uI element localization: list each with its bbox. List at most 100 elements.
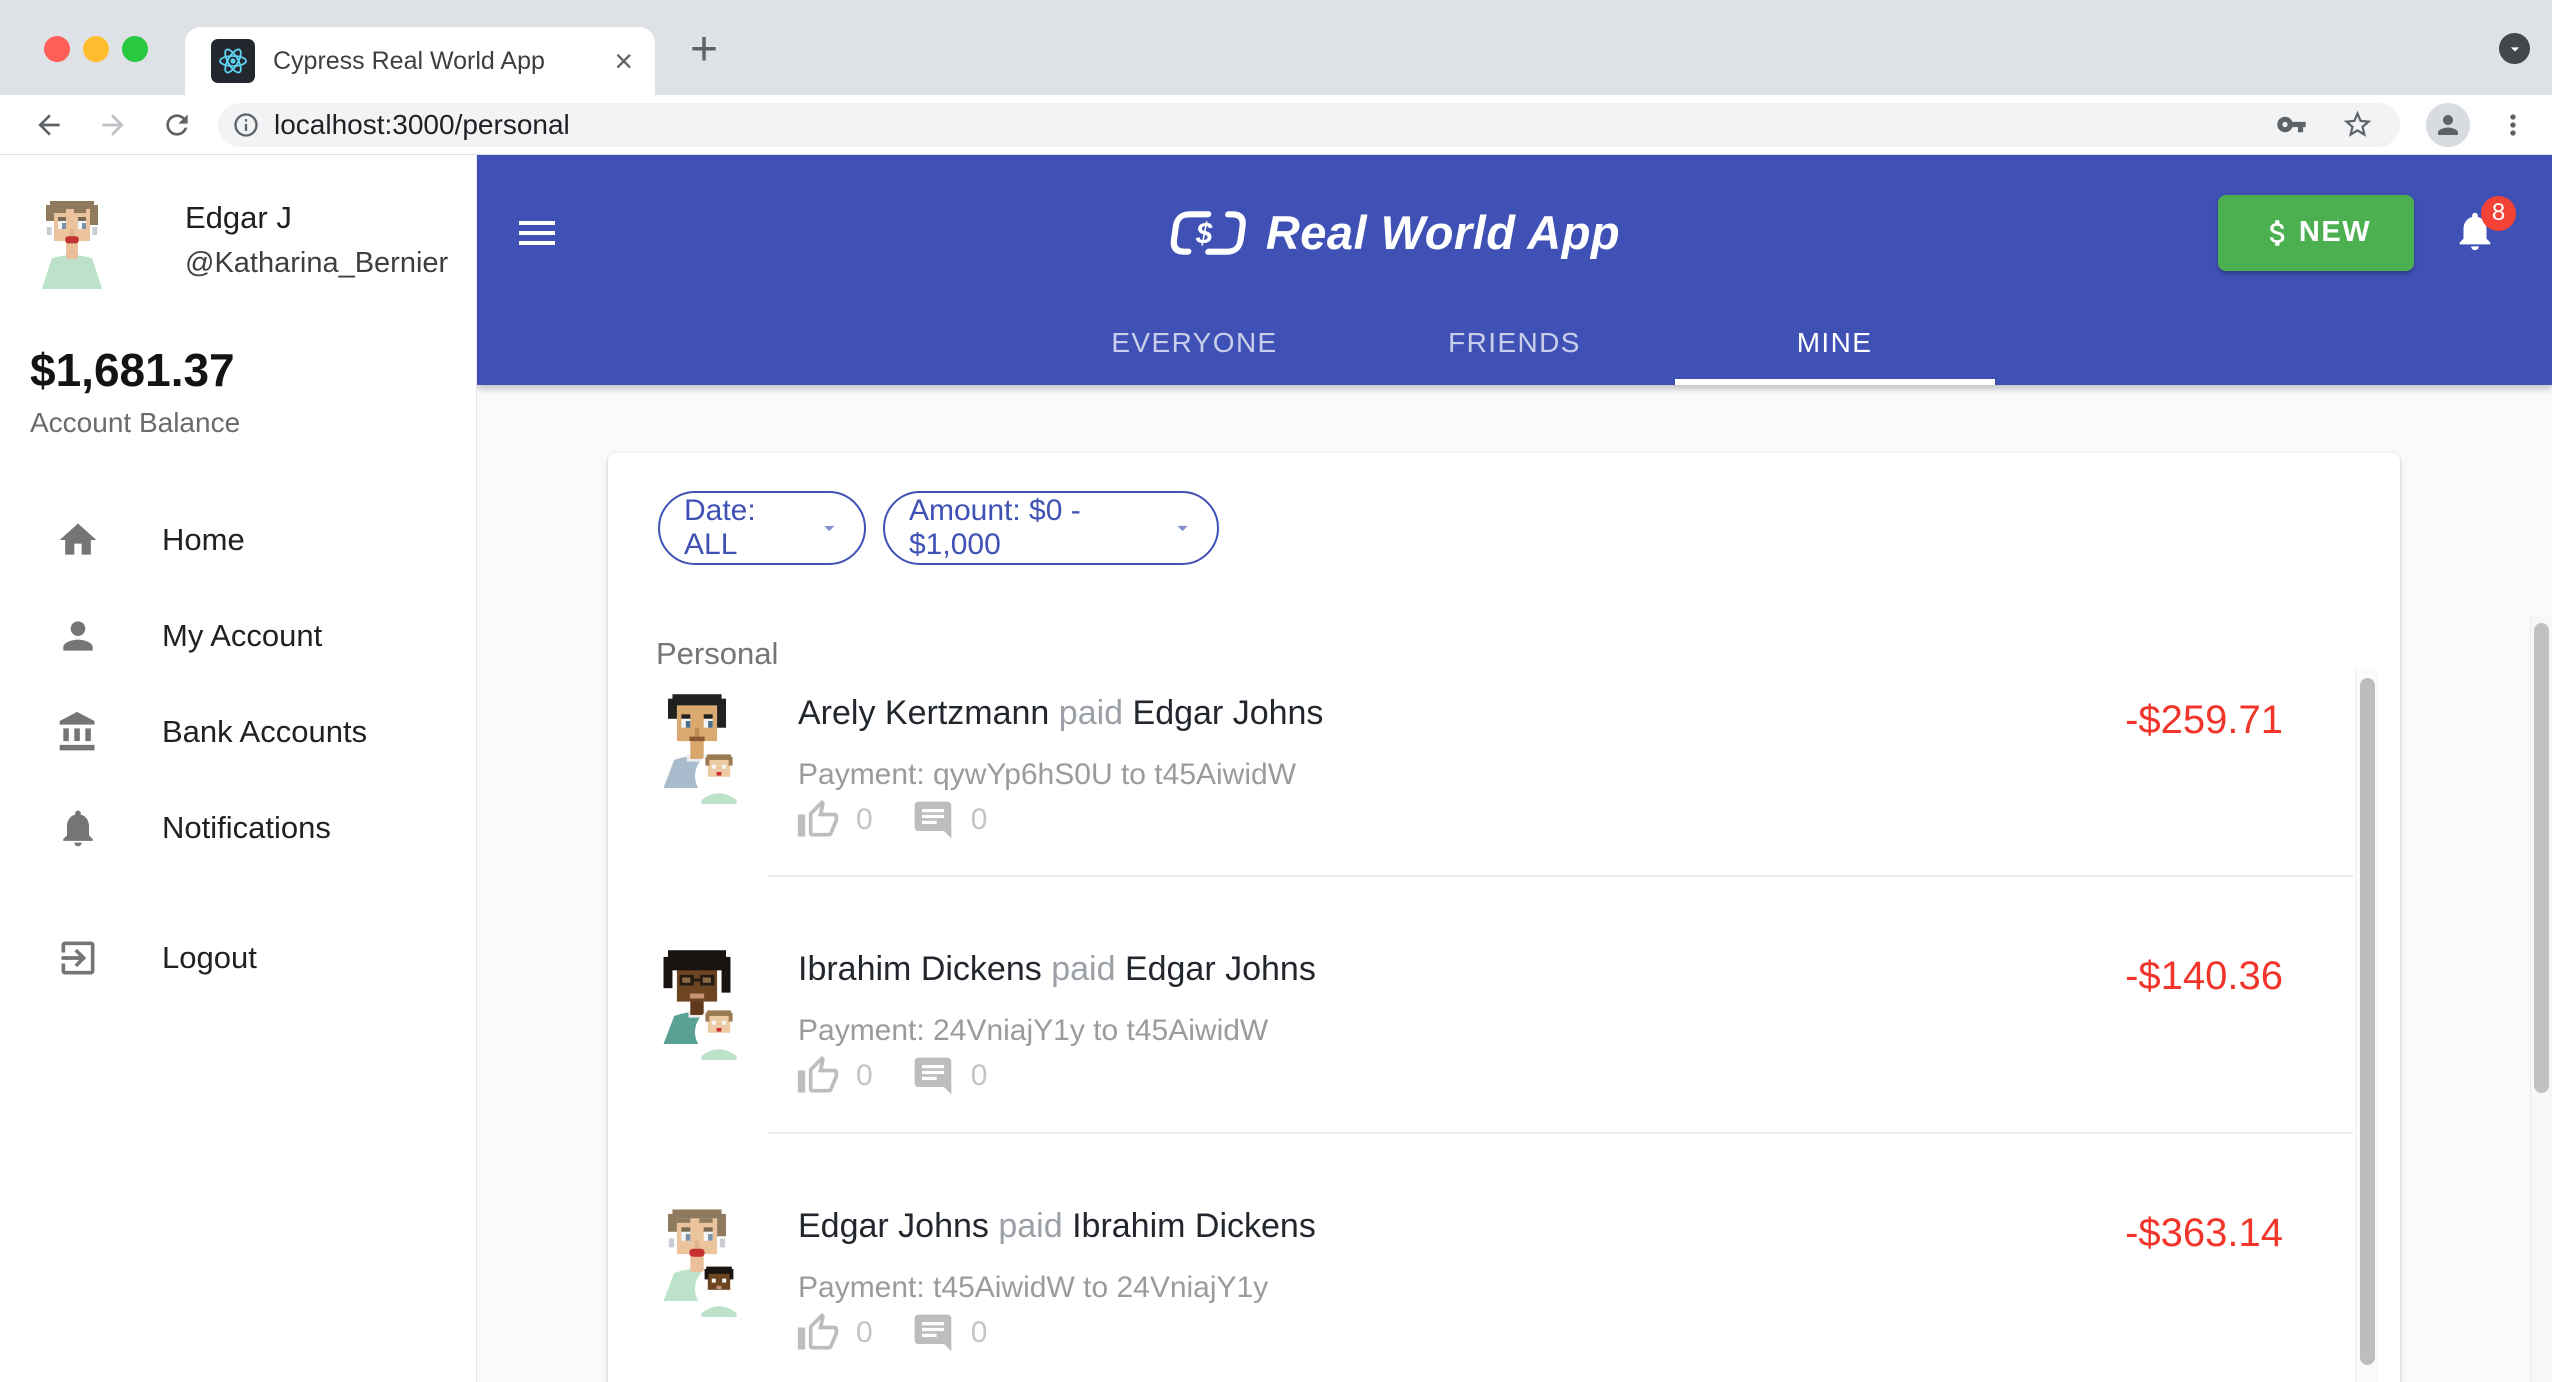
transaction-title: Ibrahim Dickens paid Edgar Johns	[798, 950, 1316, 989]
sidebar-item-label: Notifications	[162, 810, 331, 845]
transaction-row[interactable]: Edgar Johns paid Ibrahim Dickens Payment…	[608, 1205, 2353, 1382]
sidebar-item-my-account[interactable]: My Account	[0, 588, 476, 684]
site-info-icon[interactable]	[232, 111, 260, 139]
action-text: paid	[1058, 694, 1124, 732]
receiver-name[interactable]: Edgar Johns	[1133, 694, 1324, 732]
browser-window: Cypress Real World App × + localhost:300…	[0, 0, 2552, 1382]
comment-icon[interactable]	[911, 1311, 955, 1355]
transaction-meta: 0 0	[796, 1311, 987, 1355]
tab-search-button[interactable]	[2499, 33, 2530, 64]
menu-button[interactable]	[512, 208, 562, 258]
comments-count: 0	[970, 803, 988, 836]
sender-name[interactable]: Edgar Johns	[798, 1207, 989, 1245]
page-scrollbar[interactable]	[2530, 615, 2552, 1382]
sidebar-item-label: My Account	[162, 618, 323, 653]
transaction-row[interactable]: Ibrahim Dickens paid Edgar Johns Payment…	[608, 948, 2353, 1160]
tab-mine[interactable]: MINE	[1674, 300, 1995, 385]
sender-name[interactable]: Arely Kertzmann	[798, 694, 1049, 732]
transaction-meta: 0 0	[796, 1054, 987, 1098]
feed-content: Date: ALL Amount: $0 - $1,000 Personal A…	[477, 385, 2552, 1382]
sidebar: Edgar J @Katharina_Bernier $1,681.37 Acc…	[0, 155, 477, 1382]
transaction-amount: -$363.14	[2125, 1211, 2283, 1255]
reload-icon	[166, 113, 188, 136]
browser-titlebar: Cypress Real World App × +	[0, 0, 2552, 95]
date-filter-label: Date: ALL	[684, 494, 756, 561]
app-header: $ Real World App NEW 8 EVERYONE FRIENDS …	[477, 155, 2552, 385]
notification-count-badge: 8	[2481, 195, 2516, 231]
sidebar-item-home[interactable]: Home	[0, 492, 476, 588]
page-scrollbar-thumb[interactable]	[2534, 623, 2549, 1093]
reload-button[interactable]	[154, 102, 200, 148]
tab-label: MINE	[1796, 326, 1873, 358]
receiver-avatar	[695, 1265, 743, 1317]
tab-friends[interactable]: FRIENDS	[1355, 300, 1675, 385]
thumbs-up-icon[interactable]	[796, 1054, 840, 1098]
notifications-button[interactable]: 8	[2452, 195, 2516, 258]
account-balance-label: Account Balance	[30, 407, 241, 438]
receiver-name[interactable]: Edgar Johns	[1125, 950, 1316, 988]
app-title: Real World App	[1265, 206, 1621, 259]
action-text: paid	[1051, 950, 1116, 988]
tab-label: EVERYONE	[1111, 326, 1278, 358]
chevron-down-icon	[824, 525, 835, 532]
row-divider	[768, 1132, 2353, 1134]
window-minimize-button[interactable]	[83, 36, 109, 62]
action-text: paid	[998, 1207, 1063, 1245]
account-balance-value: $1,681.37	[30, 344, 235, 396]
receiver-name[interactable]: Ibrahim Dickens	[1072, 1207, 1316, 1245]
date-filter-chip[interactable]: Date: ALL	[658, 491, 866, 565]
bookmark-star-icon[interactable]	[2341, 108, 2374, 141]
address-bar[interactable]: localhost:3000/personal	[218, 102, 2400, 147]
transaction-description: Payment: t45AiwidW to 24VniajY1y	[798, 1271, 1269, 1304]
password-key-icon[interactable]	[2276, 109, 2307, 140]
person-icon	[56, 614, 100, 658]
thumbs-up-icon[interactable]	[796, 798, 840, 842]
comment-icon[interactable]	[911, 1054, 955, 1098]
window-zoom-button[interactable]	[122, 36, 148, 62]
receiver-avatar	[695, 752, 743, 804]
rwa-logo-icon: $	[1170, 210, 1246, 255]
amount-filter-label: Amount: $0 - $1,000	[909, 494, 1081, 561]
sidebar-item-label: Logout	[162, 940, 257, 975]
sidebar-item-logout[interactable]: Logout	[0, 910, 476, 1006]
sidebar-username: @Katharina_Bernier	[185, 247, 449, 279]
row-divider	[768, 875, 2353, 877]
sidebar-item-bank-accounts[interactable]: Bank Accounts	[0, 684, 476, 780]
transaction-title: Arely Kertzmann paid Edgar Johns	[798, 694, 1323, 733]
window-close-button[interactable]	[44, 36, 70, 62]
feed-group-label: Personal	[656, 636, 779, 671]
transaction-meta: 0 0	[796, 798, 987, 842]
hamburger-icon	[519, 220, 555, 245]
new-transaction-button[interactable]: NEW	[2218, 194, 2414, 271]
browser-menu-button[interactable]	[2490, 102, 2536, 148]
comment-icon[interactable]	[911, 798, 955, 842]
sidebar-item-notifications[interactable]: Notifications	[0, 780, 476, 876]
url-text: localhost:3000/personal	[274, 108, 570, 140]
browser-toolbar: localhost:3000/personal	[0, 95, 2552, 155]
transaction-description: Payment: qywYp6hS0U to t45AiwidW	[798, 758, 1297, 791]
transaction-row[interactable]: Arely Kertzmann paid Edgar Johns Payment…	[608, 692, 2353, 904]
transaction-description: Payment: 24VniajY1y to t45AiwidW	[798, 1014, 1269, 1047]
transaction-amount: -$259.71	[2125, 698, 2283, 742]
forward-button[interactable]	[90, 102, 136, 148]
tab-everyone[interactable]: EVERYONE	[1035, 300, 1355, 385]
bank-icon	[56, 710, 100, 754]
tab-close-icon[interactable]: ×	[614, 45, 633, 77]
comments-count: 0	[970, 1316, 988, 1349]
back-button[interactable]	[26, 102, 72, 148]
transaction-title: Edgar Johns paid Ibrahim Dickens	[798, 1207, 1316, 1246]
new-tab-button[interactable]: +	[690, 22, 718, 77]
feed-tabs: EVERYONE FRIENDS MINE	[477, 300, 2552, 385]
browser-profile-button[interactable]	[2426, 102, 2470, 147]
more-vert-icon	[2510, 113, 2516, 136]
amount-filter-chip[interactable]: Amount: $0 - $1,000	[883, 491, 1219, 565]
user-avatar	[42, 201, 102, 289]
chevron-down-icon	[2510, 46, 2519, 51]
thumbs-up-icon[interactable]	[796, 1311, 840, 1355]
sender-name[interactable]: Ibrahim Dickens	[798, 950, 1042, 988]
person-icon	[2438, 114, 2458, 135]
list-scrollbar-thumb[interactable]	[2360, 678, 2375, 1365]
likes-count: 0	[856, 803, 873, 836]
browser-tab[interactable]: Cypress Real World App ×	[185, 27, 655, 95]
list-scrollbar[interactable]	[2355, 668, 2378, 1382]
